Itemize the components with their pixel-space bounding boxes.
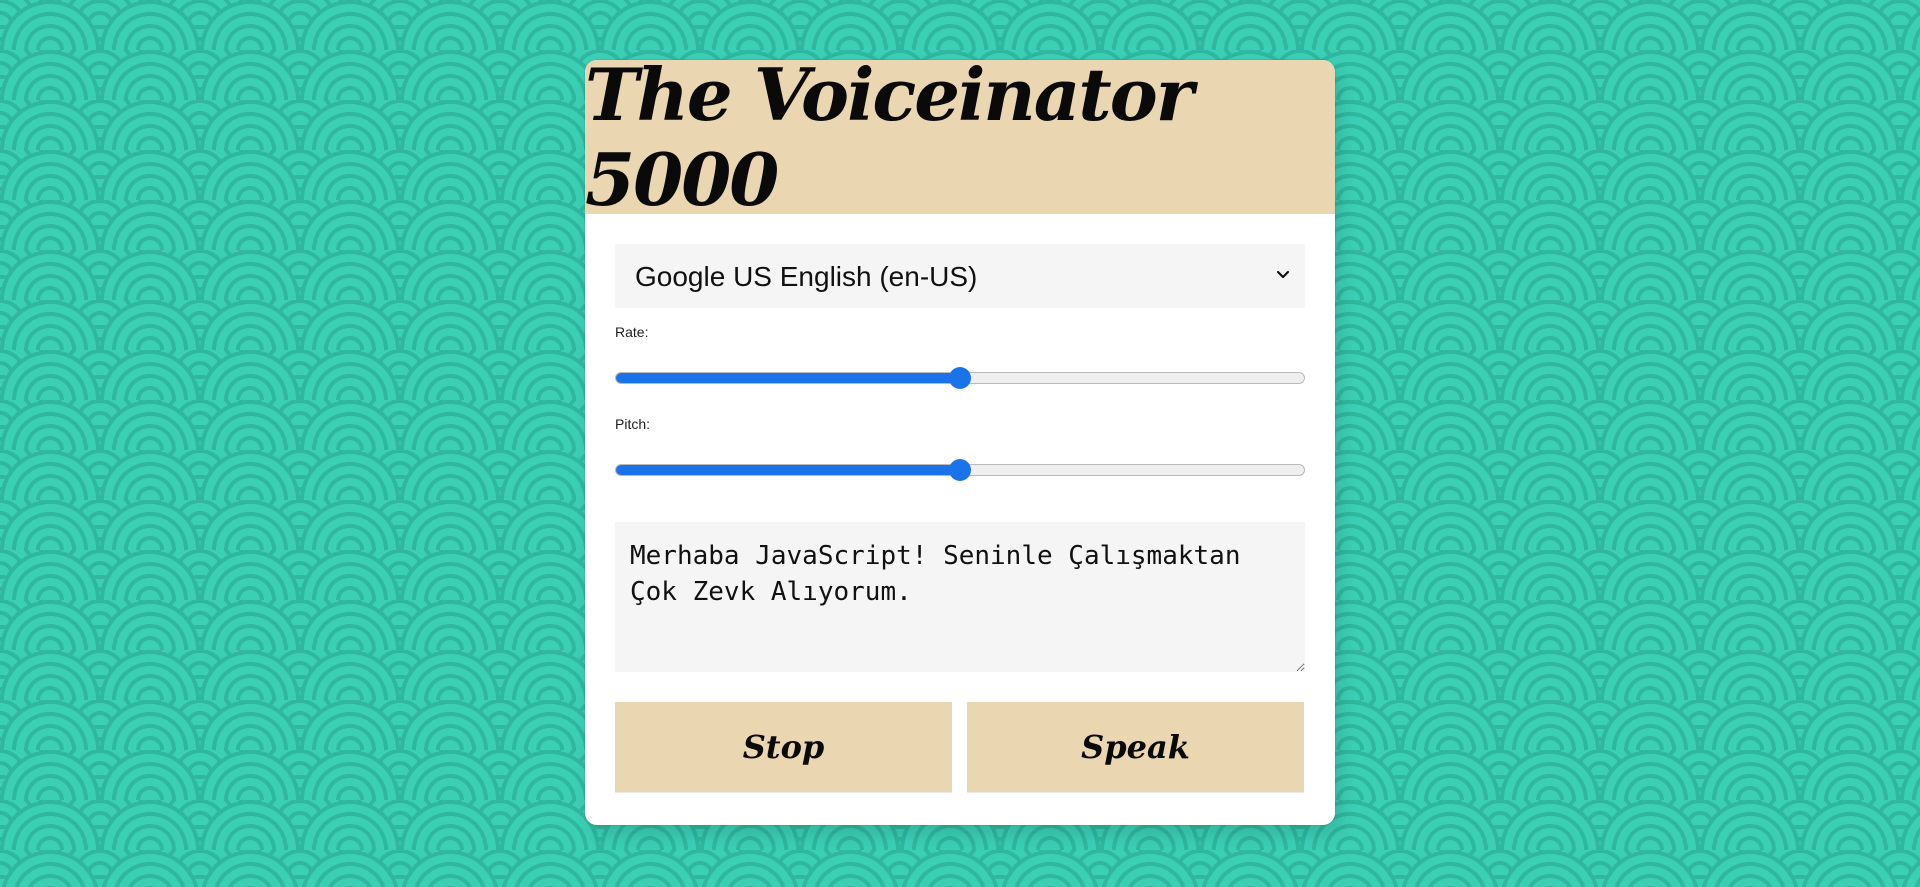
app-title: The Voiceinator 5000 (585, 60, 1194, 222)
voice-select-wrapper: Google US English (en-US) (615, 244, 1305, 308)
rate-slider-fill (616, 373, 961, 383)
message-textarea[interactable]: Merhaba JavaScript! Seninle Çalışmaktan … (615, 522, 1305, 672)
app-header: The Voiceinator 5000 (585, 60, 1335, 222)
rate-slider-thumb[interactable] (949, 367, 971, 389)
pitch-slider[interactable] (615, 458, 1305, 482)
controls: Google US English (en-US) Rate: Pitch: M… (585, 214, 1335, 792)
rate-slider[interactable] (615, 366, 1305, 390)
voice-select[interactable]: Google US English (en-US) (615, 244, 1305, 308)
voiceinator-panel: The Voiceinator 5000 Google US English (… (585, 60, 1335, 825)
pitch-slider-fill (616, 465, 961, 475)
speak-button[interactable]: Speak (967, 702, 1304, 792)
pitch-label: Pitch: (615, 416, 651, 432)
rate-label: Rate: (615, 324, 649, 340)
pitch-slider-thumb[interactable] (949, 459, 971, 481)
button-row: Stop Speak (615, 702, 1305, 792)
stop-button[interactable]: Stop (615, 702, 952, 792)
